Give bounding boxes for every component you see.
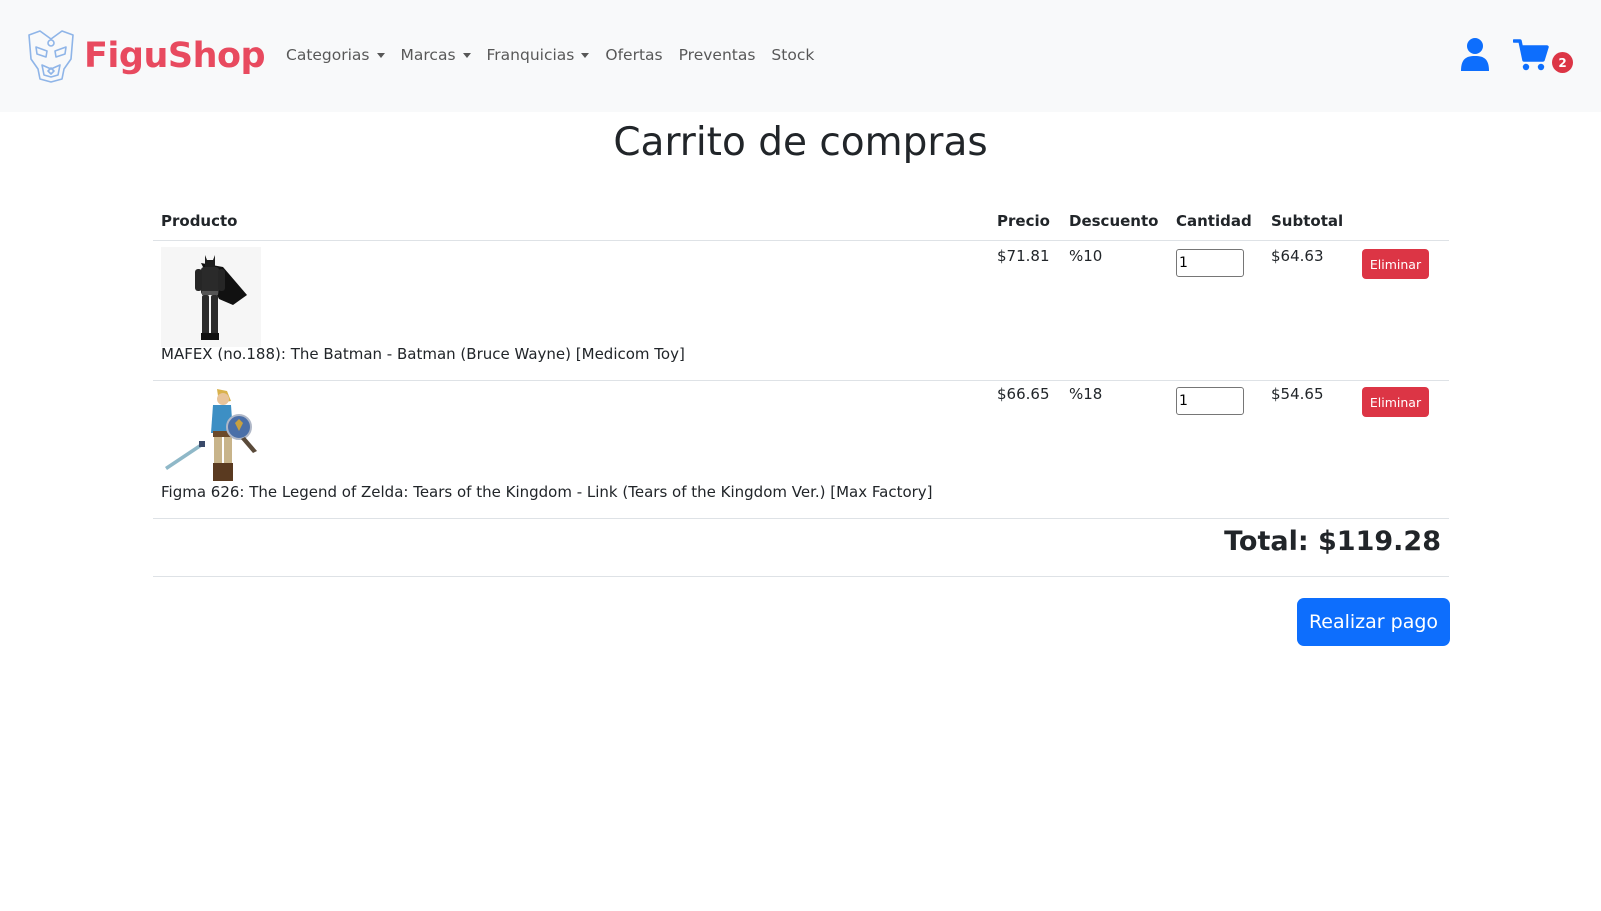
header-product: Producto	[161, 212, 238, 230]
product-discount: %10	[1069, 247, 1103, 265]
caret-down-icon	[581, 52, 590, 58]
nav-link-label: Ofertas	[605, 46, 663, 64]
nav-categorias-dropdown[interactable]: Categorias	[286, 46, 385, 64]
navbar: FiguShop Categorias Marcas Franquicias O…	[0, 0, 1601, 112]
product-discount: %18	[1069, 385, 1103, 403]
quantity-input[interactable]	[1176, 249, 1244, 277]
row-divider	[153, 380, 1449, 381]
header-price: Precio	[997, 212, 1050, 230]
brand[interactable]: FiguShop	[26, 29, 266, 83]
nav-marcas-dropdown[interactable]: Marcas	[401, 46, 471, 64]
nav-link-label: Marcas	[400, 46, 456, 64]
product-image-batman[interactable]	[161, 247, 261, 347]
nav-link-label: Preventas	[678, 46, 756, 64]
caret-down-icon	[462, 52, 471, 58]
brand-name: FiguShop	[84, 35, 266, 76]
header-discount: Descuento	[1069, 212, 1159, 230]
total-divider	[153, 576, 1449, 577]
header-divider	[153, 240, 1449, 241]
nav-ofertas-link[interactable]: Ofertas	[605, 46, 662, 64]
nav-link-label: Categorias	[286, 46, 370, 64]
header-quantity: Cantidad	[1176, 212, 1252, 230]
row-divider	[153, 518, 1449, 519]
nav-menu: Categorias Marcas Franquicias Ofertas Pr…	[286, 46, 830, 64]
checkout-button[interactable]: Realizar pago	[1297, 598, 1450, 646]
product-subtotal: $64.63	[1271, 247, 1324, 265]
nav-franquicias-dropdown[interactable]: Franquicias	[487, 46, 590, 64]
shopping-cart-icon[interactable]	[1513, 38, 1549, 72]
user-icon[interactable]	[1460, 37, 1490, 71]
caret-down-icon	[376, 52, 385, 58]
product-name: MAFEX (no.188): The Batman - Batman (Bru…	[161, 345, 685, 363]
product-image-link[interactable]	[161, 387, 261, 487]
header-subtotal: Subtotal	[1271, 212, 1344, 230]
delete-button[interactable]: Eliminar	[1362, 249, 1429, 279]
nav-stock-link[interactable]: Stock	[771, 46, 814, 64]
quantity-input[interactable]	[1176, 387, 1244, 415]
figushop-logo-icon	[28, 30, 74, 83]
product-name: Figma 626: The Legend of Zelda: Tears of…	[161, 483, 933, 501]
product-price: $71.81	[997, 247, 1050, 265]
nav-link-label: Stock	[771, 46, 815, 64]
nav-preventas-link[interactable]: Preventas	[679, 46, 756, 64]
product-subtotal: $54.65	[1271, 385, 1324, 403]
nav-link-label: Franquicias	[486, 46, 575, 64]
product-price: $66.65	[997, 385, 1050, 403]
delete-button[interactable]: Eliminar	[1362, 387, 1429, 417]
page-title: Carrito de compras	[613, 120, 988, 165]
cart-total: Total: $119.28	[1224, 526, 1441, 557]
cart-count-badge: 2	[1552, 52, 1573, 73]
